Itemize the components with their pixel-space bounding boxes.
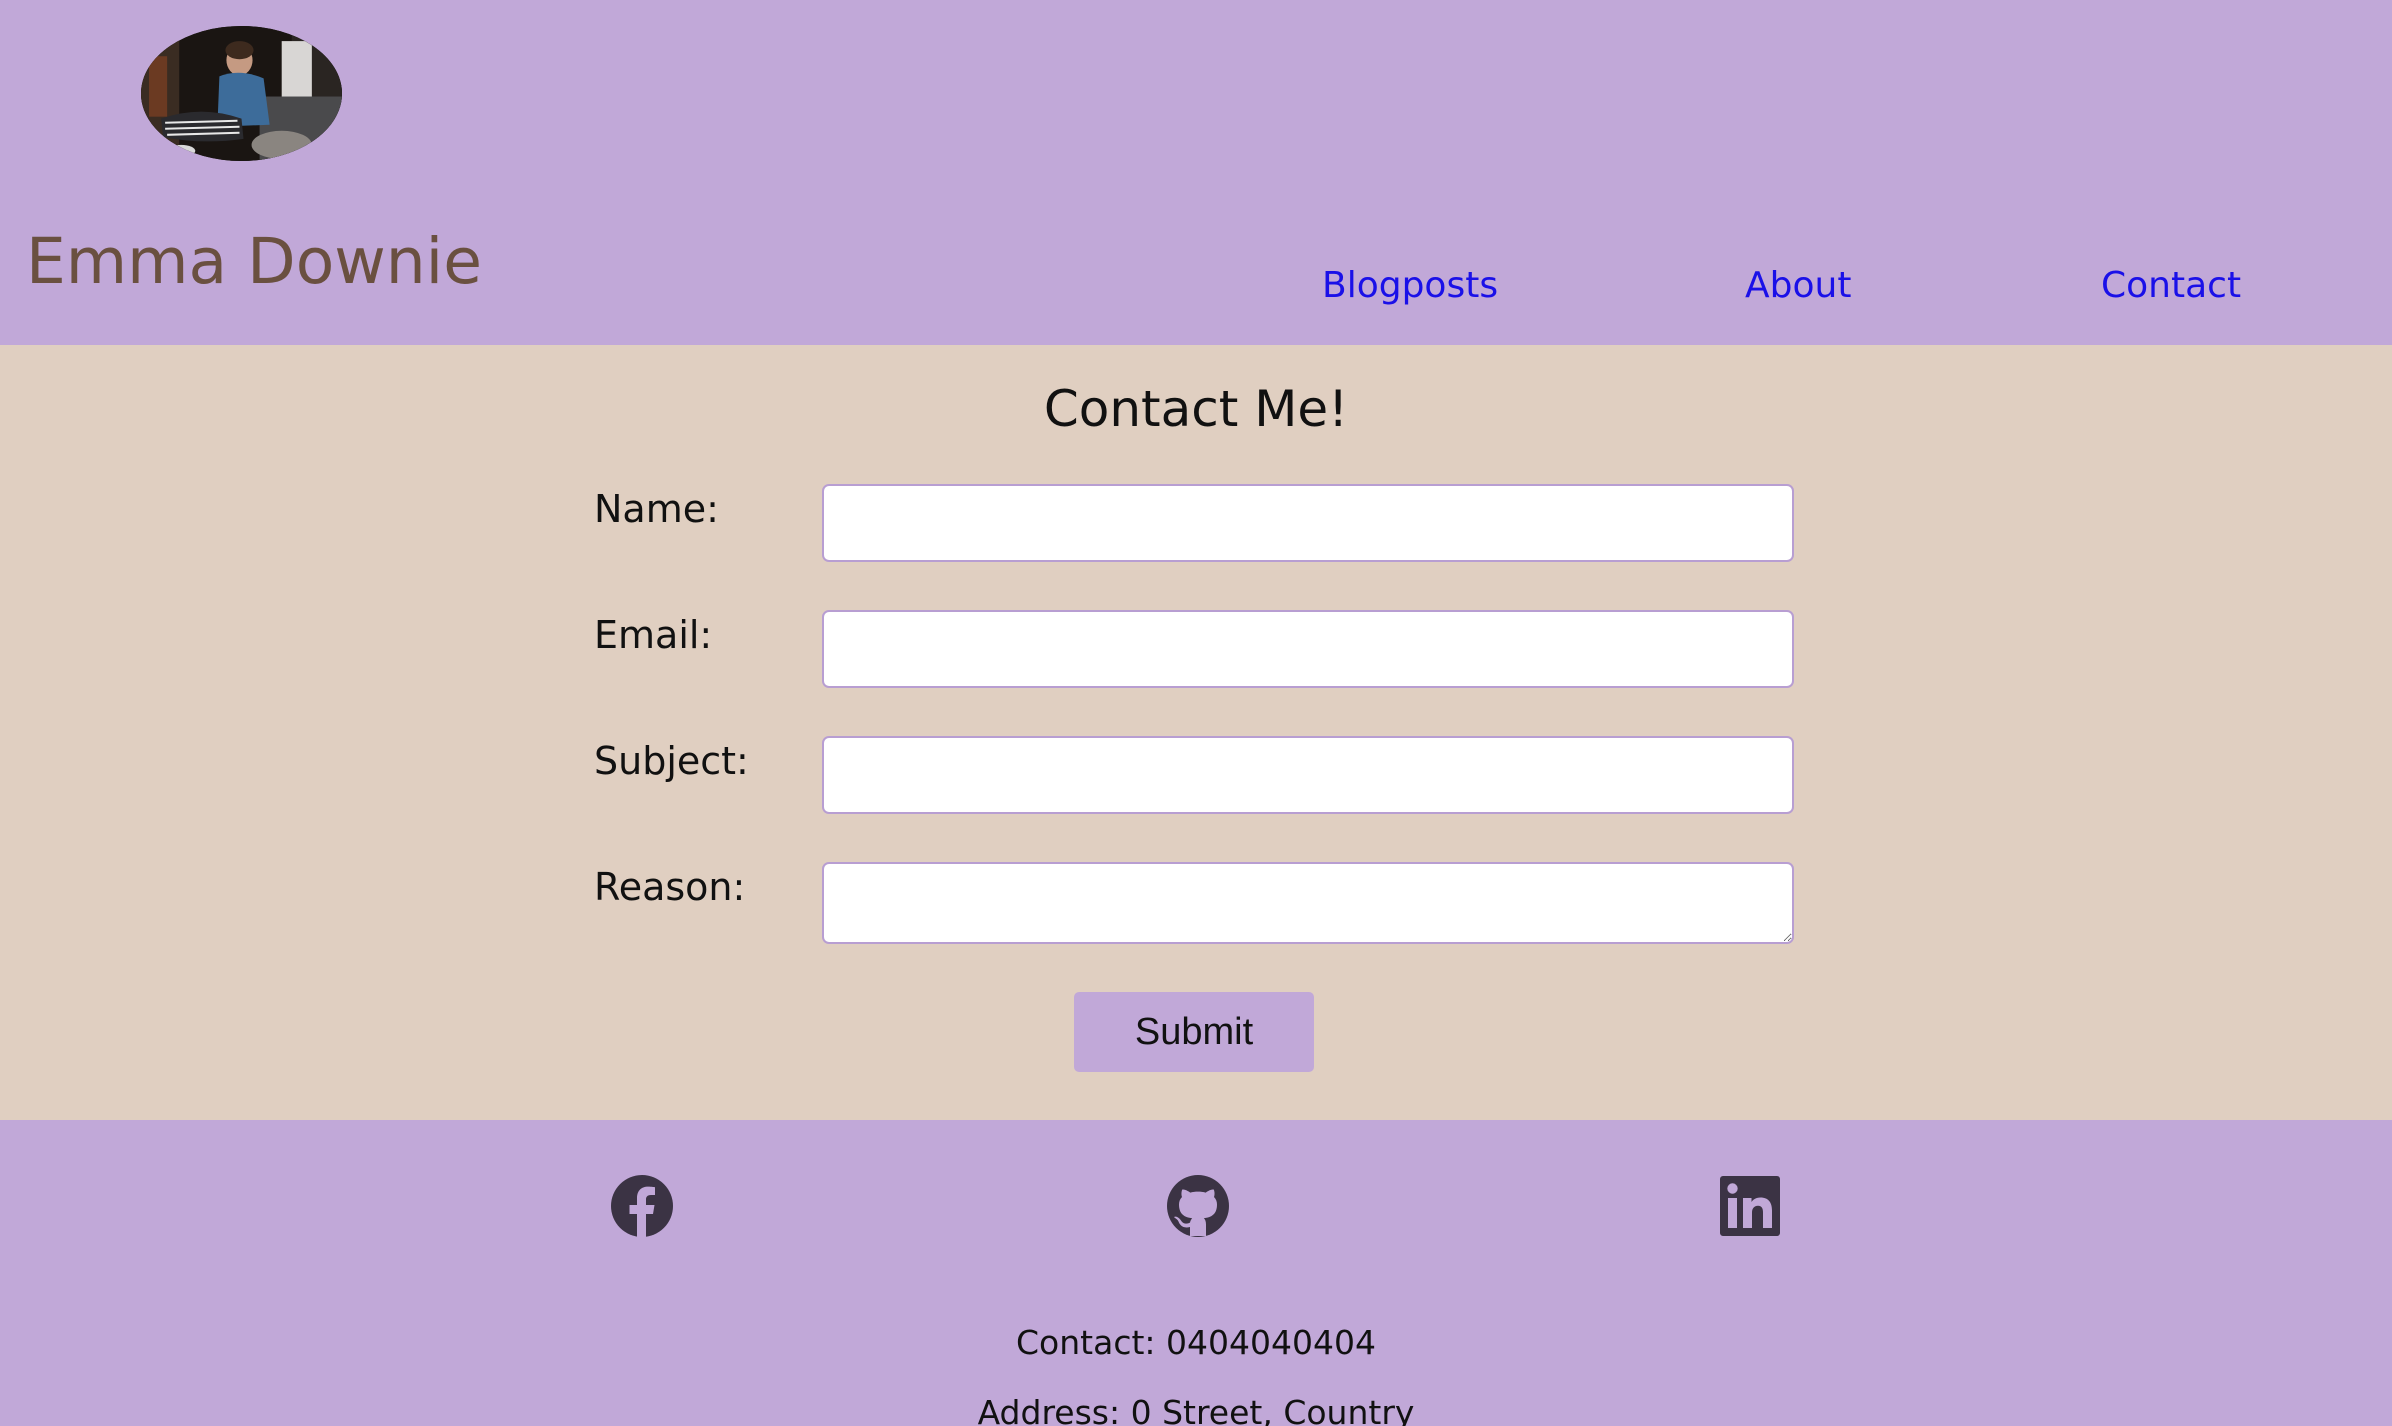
reason-label: Reason: xyxy=(594,865,746,909)
email-label: Email: xyxy=(594,613,713,657)
reason-field[interactable] xyxy=(822,862,1794,944)
page-title: Contact Me! xyxy=(1043,380,1349,438)
linkedin-icon[interactable] xyxy=(1718,1174,1782,1238)
subject-field[interactable] xyxy=(822,736,1794,814)
profile-photo-image xyxy=(141,26,342,161)
facebook-icon[interactable] xyxy=(610,1174,674,1238)
github-icon[interactable] xyxy=(1166,1174,1230,1238)
submit-button[interactable]: Submit xyxy=(1074,992,1314,1072)
name-label: Name: xyxy=(594,487,719,531)
profile-photo xyxy=(141,26,342,161)
subject-label: Subject: xyxy=(594,739,749,783)
site-header: Emma Downie Blogposts About Contact xyxy=(0,0,2392,345)
contact-address: Address: 0 Street, Country xyxy=(977,1393,1415,1426)
nav-link-contact[interactable]: Contact xyxy=(2101,268,2241,304)
nav-link-blogposts[interactable]: Blogposts xyxy=(1322,268,1498,304)
contact-phone: Contact: 0404040404 xyxy=(1016,1323,1376,1362)
name-field[interactable] xyxy=(822,484,1794,562)
site-name: Emma Downie xyxy=(26,225,482,298)
email-field[interactable] xyxy=(822,610,1794,688)
nav-link-about[interactable]: About xyxy=(1745,268,1851,304)
site-footer: Contact: 0404040404 Address: 0 Street, C… xyxy=(0,1120,2392,1426)
